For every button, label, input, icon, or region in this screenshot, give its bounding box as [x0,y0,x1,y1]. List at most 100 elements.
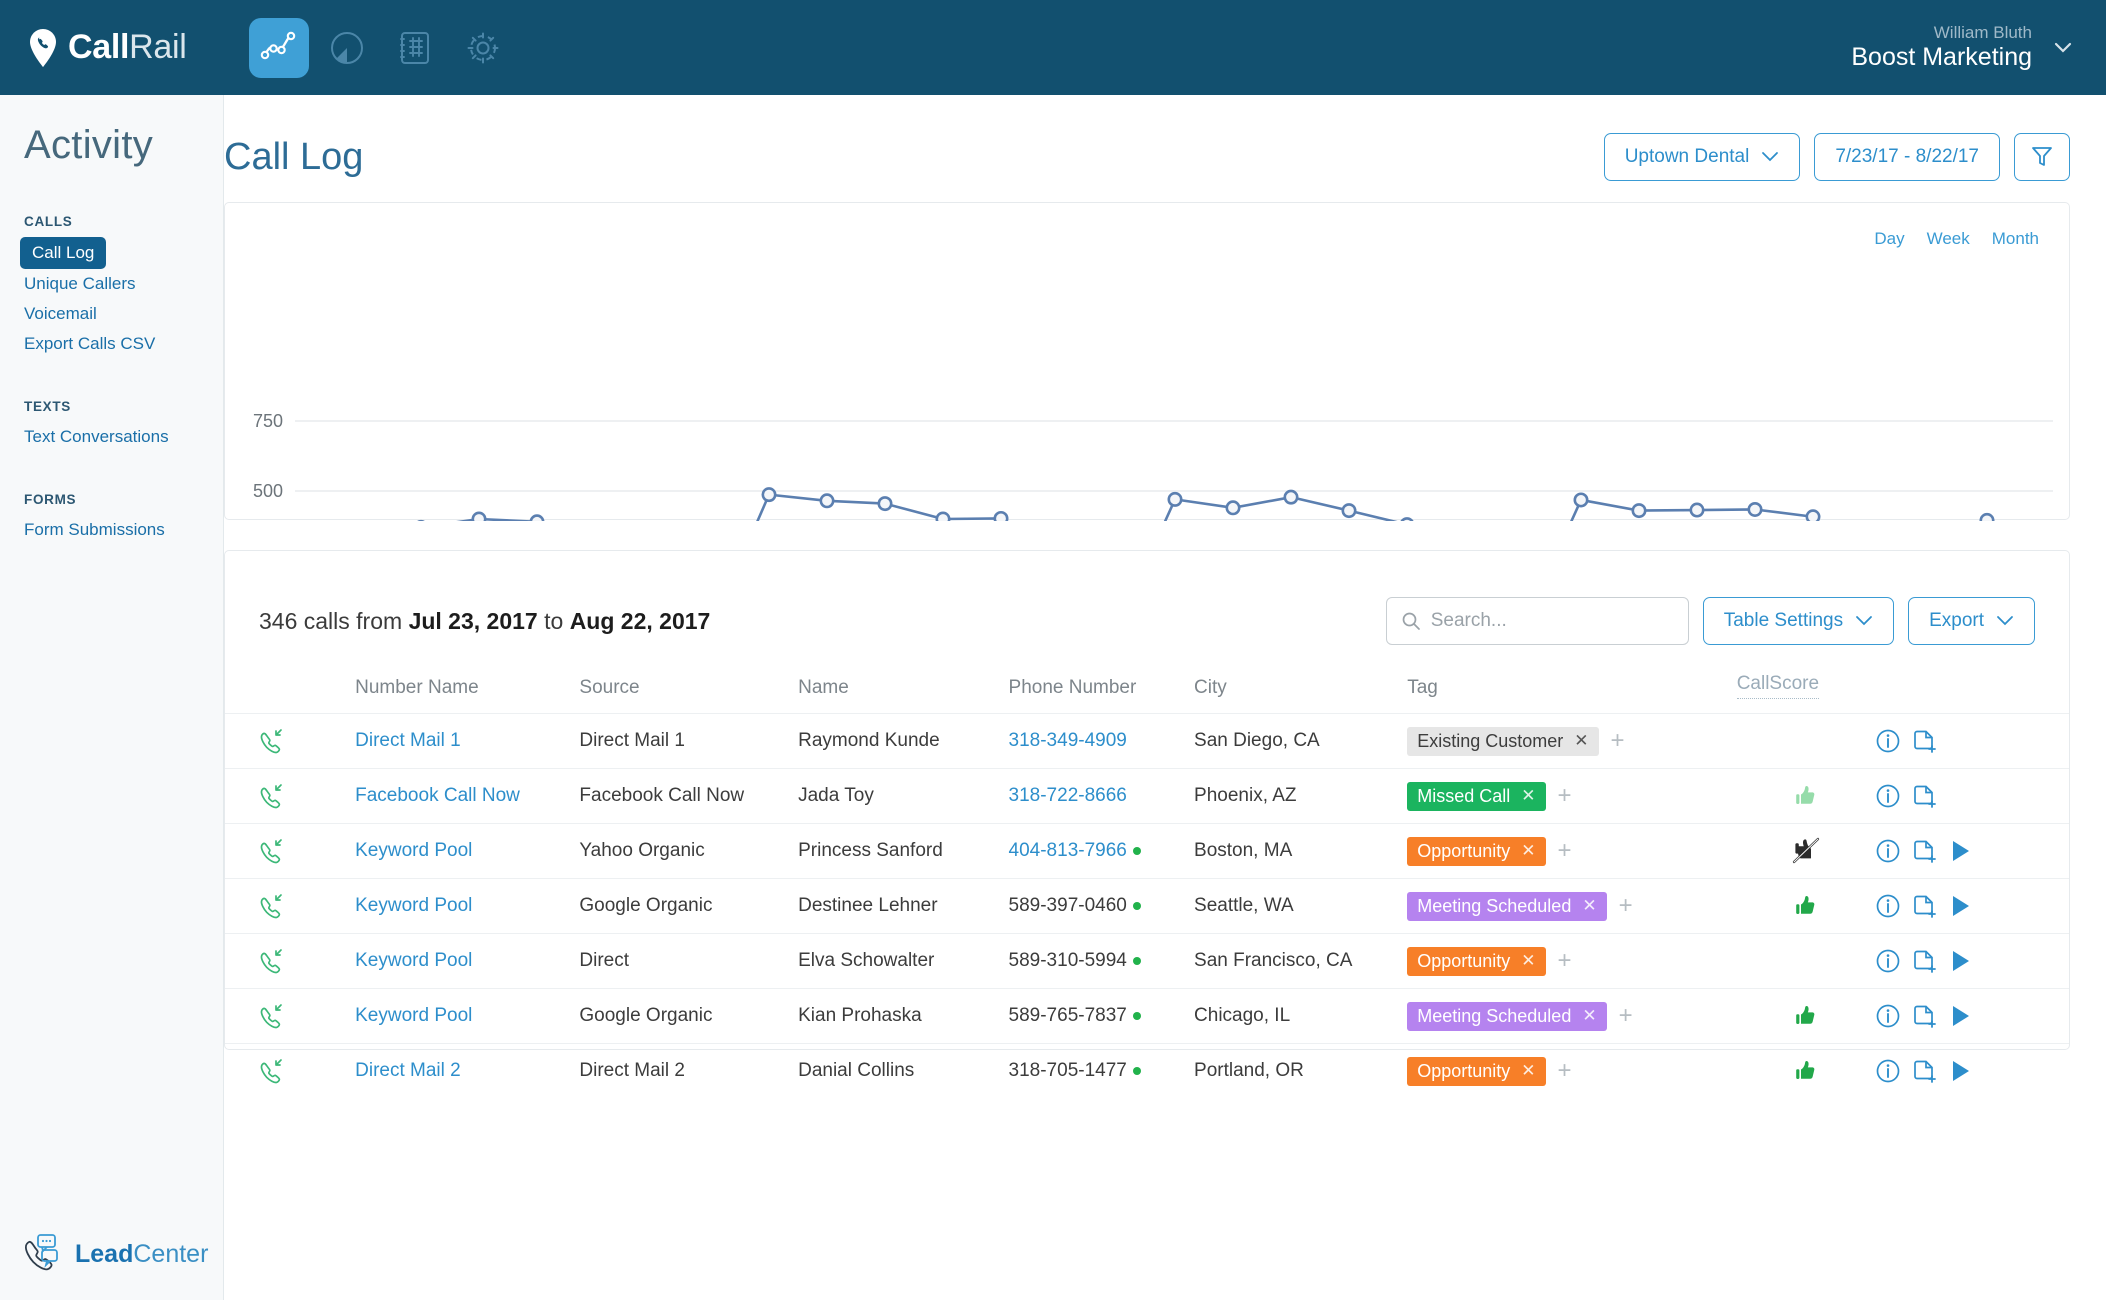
sidebar-item-unique-callers[interactable]: Unique Callers [24,269,223,299]
info-circle-icon[interactable] [1875,1058,1901,1084]
nav-icon-numbers[interactable] [385,18,445,78]
play-icon[interactable] [1949,893,1973,919]
status-badge[interactable]: Meeting Scheduled ✕ [1407,891,1607,921]
play-icon[interactable] [1949,838,1973,864]
cell-callscore[interactable] [1736,933,1876,989]
cell-number-name[interactable]: Facebook Call Now [355,768,580,824]
table-row[interactable]: Direct Mail 1 Direct Mail 1 Raymond Kund… [225,713,2069,769]
sidebar-item-form-submissions[interactable]: Form Submissions [24,515,223,545]
plus-icon[interactable]: + [1611,729,1625,753]
cell-callscore[interactable] [1736,713,1876,769]
status-badge[interactable]: Opportunity ✕ [1407,1056,1546,1086]
status-badge[interactable]: Missed Call ✕ [1407,781,1546,811]
chart-data-point[interactable] [877,496,893,512]
cell-phone-number[interactable]: 404-813-7966 [1008,823,1195,879]
close-x-icon[interactable]: ✕ [1582,896,1596,916]
cell-number-name[interactable]: Keyword Pool [355,823,580,879]
incoming-call-icon[interactable] [259,728,355,754]
incoming-call-icon[interactable] [259,1003,355,1029]
chart-data-point[interactable] [1225,500,1241,516]
nav-icon-settings[interactable] [453,18,513,78]
plus-icon[interactable]: + [1558,949,1572,973]
chart-data-point[interactable] [819,493,835,509]
cell-callscore[interactable] [1736,988,1876,1044]
play-icon[interactable] [1949,1058,1973,1084]
incoming-call-icon[interactable] [259,783,355,809]
cell-number-name[interactable]: Direct Mail 1 [355,713,580,769]
status-badge[interactable]: Opportunity ✕ [1407,836,1546,866]
callscore-indicator[interactable] [1737,1058,1875,1084]
close-x-icon[interactable]: ✕ [1521,1061,1535,1081]
chart-data-point[interactable] [935,511,951,521]
table-row[interactable]: Keyword Pool Direct Elva Schowalter 589-… [225,933,2069,989]
note-add-icon[interactable] [1912,838,1938,864]
cell-phone-number[interactable]: 318-349-4909 [1008,713,1195,769]
info-circle-icon[interactable] [1875,728,1901,754]
incoming-call-icon[interactable] [259,948,355,974]
chart-data-point[interactable] [1167,491,1183,507]
number-name-link[interactable]: Keyword Pool [355,950,472,971]
chart-data-point[interactable] [1689,502,1705,518]
table-row[interactable]: Keyword Pool Google Organic Kian Prohask… [225,988,2069,1044]
number-name-link[interactable]: Direct Mail 1 [355,730,461,751]
search-box[interactable] [1385,597,1689,645]
plus-icon[interactable]: + [1558,839,1572,863]
number-name-link[interactable]: Facebook Call Now [355,785,520,806]
info-circle-icon[interactable] [1875,1003,1901,1029]
cell-call-direction[interactable] [225,1043,356,1099]
incoming-call-icon[interactable] [259,838,355,864]
plus-icon[interactable]: + [1558,1059,1572,1083]
table-row[interactable]: Direct Mail 2 Direct Mail 2 Danial Colli… [225,1043,2069,1099]
plus-icon[interactable]: + [1558,784,1572,808]
cell-phone-number[interactable]: 318-722-8666 [1008,768,1195,824]
status-badge[interactable]: Opportunity ✕ [1407,946,1546,976]
user-account-menu[interactable]: William Bluth Boost Marketing [1851,23,2076,71]
cell-callscore[interactable] [1736,768,1876,824]
table-settings-button[interactable]: Table Settings [1702,597,1895,645]
chart-data-point[interactable] [1573,492,1589,508]
cell-callscore[interactable] [1736,878,1876,934]
info-circle-icon[interactable] [1875,783,1901,809]
th-callscore[interactable]: CallScore [1736,673,1820,699]
chart-data-point[interactable] [1400,517,1414,521]
chart-data-point[interactable] [1631,503,1647,519]
chart-data-point[interactable] [1979,512,1995,521]
incoming-call-icon[interactable] [259,893,355,919]
note-add-icon[interactable] [1912,1003,1938,1029]
status-badge[interactable]: Existing Customer ✕ [1407,726,1599,756]
phone-number-value[interactable]: 318-349-4909 [1009,730,1127,751]
note-add-icon[interactable] [1912,948,1938,974]
play-icon[interactable] [1949,948,1973,974]
close-x-icon[interactable]: ✕ [1521,786,1535,806]
chevron-down-icon[interactable] [2050,34,2076,60]
cell-number-name[interactable]: Keyword Pool [355,878,580,934]
table-row[interactable]: Keyword Pool Google Organic Destinee Leh… [225,878,2069,934]
callscore-indicator[interactable] [1737,783,1875,809]
phone-number-value[interactable]: 318-722-8666 [1009,785,1127,806]
note-add-icon[interactable] [1912,893,1938,919]
number-name-link[interactable]: Keyword Pool [355,1005,472,1026]
cell-call-direction[interactable] [225,768,356,824]
chart-data-point[interactable] [529,514,545,521]
note-add-icon[interactable] [1912,783,1938,809]
cell-number-name[interactable]: Direct Mail 2 [355,1043,580,1099]
info-circle-icon[interactable] [1875,838,1901,864]
sidebar-item-text-conversations[interactable]: Text Conversations [24,422,223,452]
cell-callscore[interactable] [1736,1043,1876,1099]
chart-data-point[interactable] [1747,501,1763,517]
table-row[interactable]: Keyword Pool Yahoo Organic Princess Sanf… [225,823,2069,879]
info-circle-icon[interactable] [1875,893,1901,919]
phone-number-value[interactable]: 404-813-7966 [1009,840,1127,861]
chart-data-point[interactable] [1283,489,1299,505]
search-input[interactable] [1430,610,1674,632]
nav-icon-analytics[interactable] [248,17,309,78]
number-name-link[interactable]: Keyword Pool [355,840,472,861]
chart-data-point[interactable] [1341,503,1357,519]
nav-icon-reports[interactable] [317,18,377,78]
chart-data-point[interactable] [761,487,777,503]
leadcenter-logo[interactable]: LeadCenter [22,1234,208,1274]
number-name-link[interactable]: Keyword Pool [355,895,472,916]
chart-data-point[interactable] [471,511,487,521]
callscore-indicator[interactable] [1737,1003,1875,1029]
cell-call-direction[interactable] [225,713,356,769]
